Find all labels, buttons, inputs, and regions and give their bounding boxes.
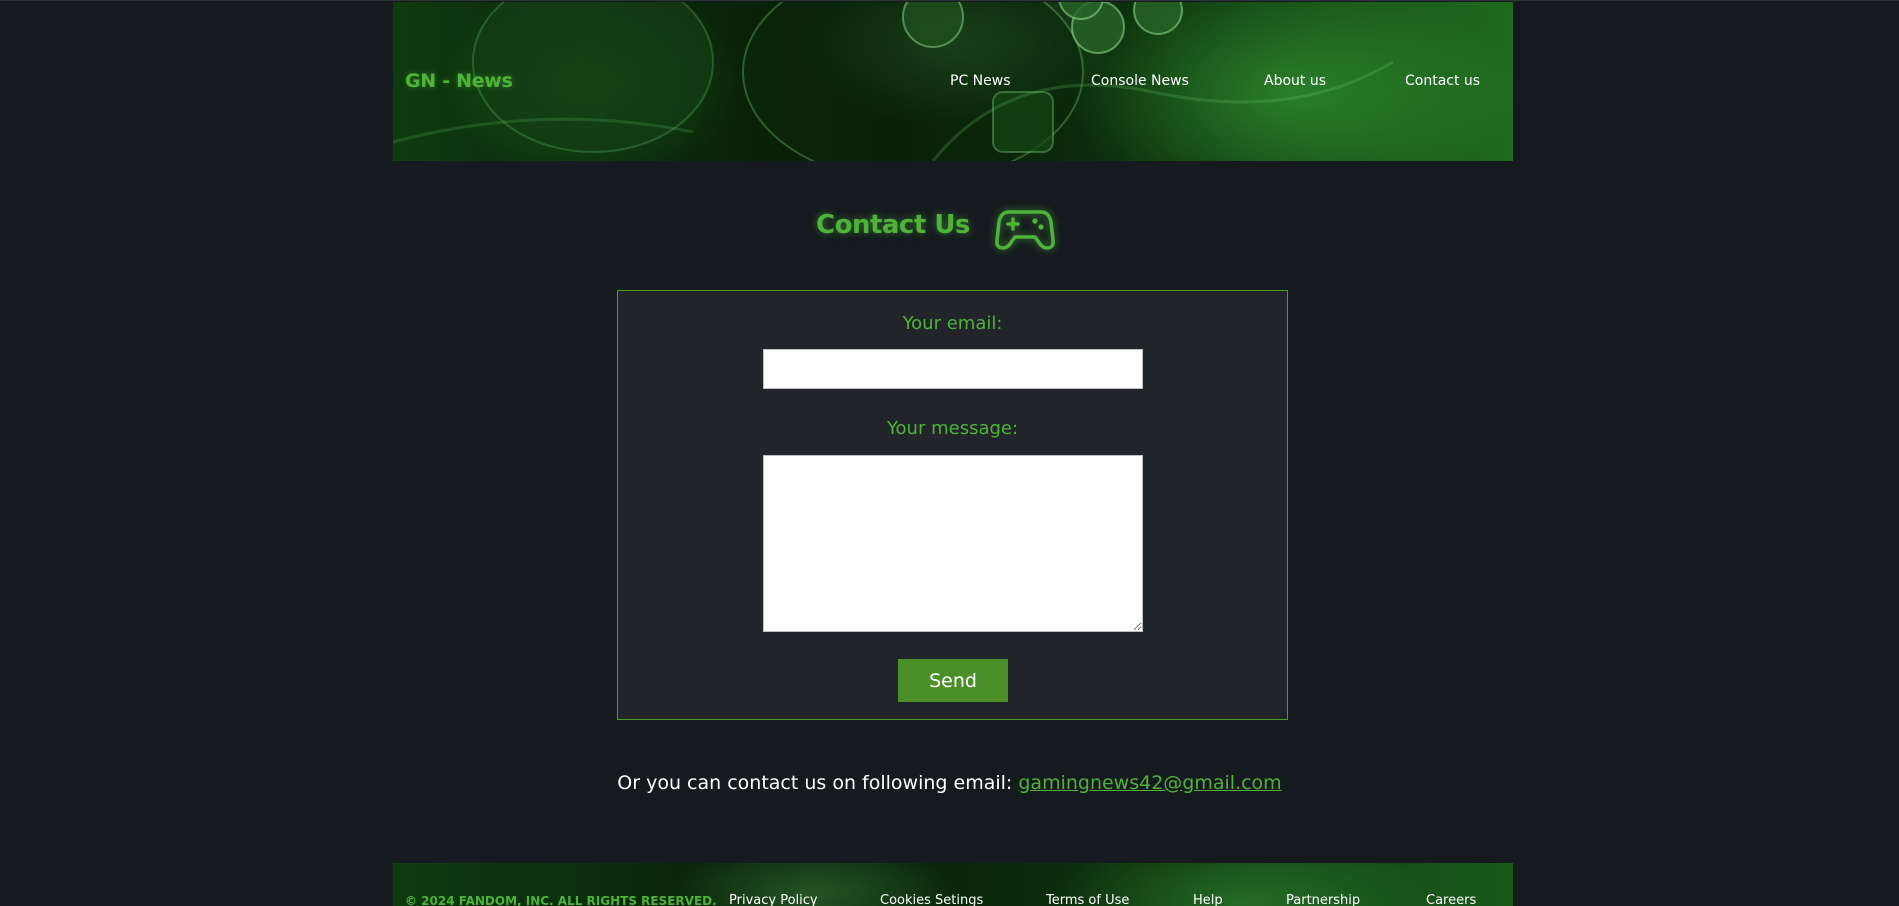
footer-link-help[interactable]: Help xyxy=(1193,893,1223,906)
alt-contact-text: Or you can contact us on following email… xyxy=(617,772,1013,794)
contact-form: Your email: Your message: Send xyxy=(617,290,1288,720)
site-logo[interactable]: GN - News xyxy=(405,70,513,92)
footer: © 2024 FANDOM, INC. ALL RIGHTS RESERVED.… xyxy=(393,863,1513,906)
gamepad-icon xyxy=(995,210,1055,250)
nav-console-news[interactable]: Console News xyxy=(1091,73,1189,89)
nav-pc-news[interactable]: PC News xyxy=(950,73,1011,89)
footer-link-careers[interactable]: Careers xyxy=(1426,893,1476,906)
page-title: Contact Us xyxy=(816,210,970,240)
alt-contact-line: Or you can contact us on following email… xyxy=(0,772,1899,794)
email-field[interactable] xyxy=(763,349,1143,389)
message-label: Your message: xyxy=(886,418,1019,439)
send-button[interactable]: Send xyxy=(898,659,1008,702)
footer-link-partnership[interactable]: Partnership xyxy=(1286,893,1360,906)
email-label: Your email: xyxy=(902,313,1003,334)
nav-about-us[interactable]: About us xyxy=(1264,73,1326,89)
footer-link-privacy-policy[interactable]: Privacy Policy xyxy=(729,893,818,906)
header-banner: GN - News PC News Console News About us … xyxy=(393,2,1513,161)
footer-link-terms-of-use[interactable]: Terms of Use xyxy=(1046,893,1129,906)
title-row: Contact Us xyxy=(0,206,1899,256)
contact-email-link[interactable]: gamingnews42@gmail.com xyxy=(1018,772,1281,794)
message-field[interactable] xyxy=(763,455,1143,632)
copyright-text: © 2024 FANDOM, INC. ALL RIGHTS RESERVED. xyxy=(405,894,717,906)
page: GN - News PC News Console News About us … xyxy=(0,0,1899,906)
footer-link-cookies-settings[interactable]: Cookies Setings xyxy=(880,893,983,906)
nav-contact-us[interactable]: Contact us xyxy=(1405,73,1480,89)
